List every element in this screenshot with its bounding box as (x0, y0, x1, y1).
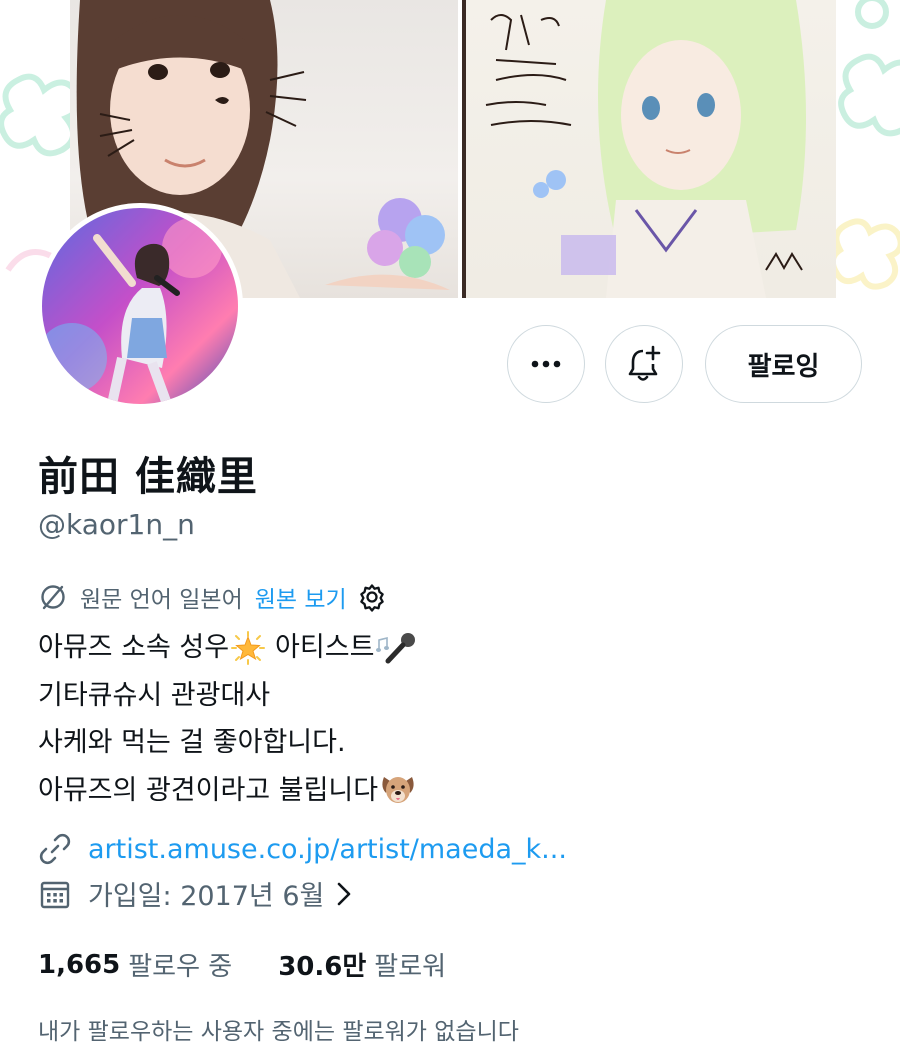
more-button[interactable] (507, 325, 585, 403)
following-count: 1,665 (38, 949, 121, 980)
view-original-link[interactable]: 원본 보기 (255, 580, 347, 614)
avatar[interactable] (37, 203, 243, 409)
translation-source-text: 원문 언어 일본어 (80, 587, 243, 613)
following-label: 팔로우 중 (128, 952, 233, 982)
joined-row[interactable]: 가입일: 2017년 6월 (38, 874, 352, 913)
microphone-music-emoji-icon (376, 631, 418, 665)
user-handle: @kaor1n_n (38, 508, 195, 541)
bio-line: 아뮤즈의 광견이라고 불립니다 (38, 767, 420, 815)
bio-text: 아뮤즈 소속 성우 (38, 632, 230, 663)
joined-date: 가입일: 2017년 6월 (88, 881, 325, 912)
dog-face-emoji-icon (380, 773, 416, 807)
chevron-right-icon (336, 881, 352, 907)
bio-line: 사케와 먹는 걸 좋아합니다. (38, 727, 346, 758)
bio-line: 아뮤즈 소속 성우 아티스트 (38, 624, 420, 672)
followers-count: 30.6만 (278, 952, 367, 982)
banner-photo-right (462, 0, 836, 298)
website-link[interactable]: artist.amuse.co.jp/artist/maeda_k... (88, 834, 567, 865)
link-icon (38, 832, 72, 866)
translate-icon (38, 582, 68, 612)
following-button[interactable]: 팔로잉 (705, 325, 862, 403)
website-row: artist.amuse.co.jp/artist/maeda_k... (38, 832, 567, 866)
follow-stats: 1,665 팔로우 중 30.6만 팔로워 (38, 946, 446, 983)
bio-text: 아뮤즈의 광견이라고 불립니다 (38, 774, 379, 806)
bio-text: 아티스트 (275, 632, 375, 663)
bio: 아뮤즈 소속 성우 아티스트 기타큐슈시 관광대사 사케와 먹는 걸 좋아합니다… (38, 624, 420, 814)
display-name: 前田 佳織里 (38, 454, 258, 500)
more-horizontal-icon (531, 360, 561, 368)
glowing-star-emoji-icon (231, 630, 266, 665)
notifications-button[interactable] (605, 325, 683, 403)
bio-line: 기타큐슈시 관광대사 (38, 679, 271, 711)
followers-label: 팔로워 (374, 952, 447, 982)
bell-plus-icon (628, 345, 661, 381)
translation-row: 원문 언어 일본어 원본 보기 (38, 580, 387, 614)
mutual-followers-note: 내가 팔로우하는 사용자 중에는 팔로워가 없습니다 (38, 1019, 519, 1045)
gear-icon[interactable] (357, 582, 387, 612)
calendar-icon (38, 877, 72, 911)
following-link[interactable]: 1,665 팔로우 중 (38, 946, 232, 983)
followers-link[interactable]: 30.6만 팔로워 (278, 946, 446, 983)
